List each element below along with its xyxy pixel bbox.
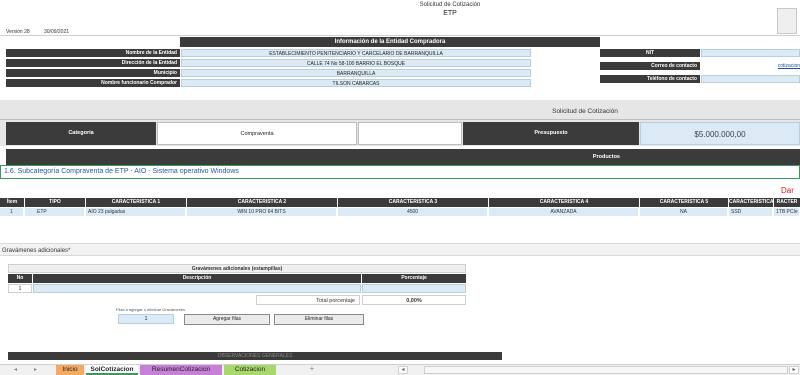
observations-bar: OBSERVACIONES GENERALES <box>8 352 502 360</box>
scroll-left-icon[interactable]: ◂ <box>14 366 17 373</box>
productos-bar: Productos <box>6 149 800 165</box>
logo-placeholder <box>777 8 797 34</box>
add-sheet-icon[interactable]: + <box>306 364 318 374</box>
td-tipo[interactable]: ETP <box>25 208 85 216</box>
presupuesto-field[interactable]: $5.000.000,00 <box>640 122 800 145</box>
entity-municipio-field[interactable]: BARRANQUILLA <box>181 69 531 77</box>
rows-count-input[interactable]: 1 <box>118 314 174 324</box>
solicitud-title: Solicitud de Cotización <box>552 108 618 115</box>
blank-cell <box>358 122 462 145</box>
g-td-porc[interactable] <box>362 284 466 293</box>
entity-address-label: Dirección de la Entidad <box>6 59 180 67</box>
add-rows-button[interactable]: Agregar filas <box>184 314 270 325</box>
red-tag: Dar <box>781 186 794 195</box>
entity-address-field[interactable]: CALLE 74 No 58-100 BARRIO EL BOSQUE <box>181 59 531 67</box>
contact-phone-field[interactable] <box>701 75 800 83</box>
th-car1: CARACTERISTICA 1 <box>86 198 186 207</box>
td-car5[interactable]: NA <box>640 208 728 216</box>
contact-email-label: Correo de contacto <box>600 62 700 70</box>
buyer-name-label: Nombre funcionario Comprador <box>6 79 180 87</box>
td-car1[interactable]: AIO 23 pulgadas <box>86 208 186 216</box>
scroll-right-icon[interactable]: ▸ <box>34 366 37 373</box>
g-td-no: 1 <box>8 284 32 293</box>
contact-email-field[interactable]: cotizacion <box>701 62 800 70</box>
total-label: Total porcentaje <box>256 295 360 305</box>
categoria-label: Categoría <box>6 122 156 145</box>
th-car6: CARACTERISTICA 6 <box>729 198 774 214</box>
entity-municipio-label: Municipio <box>6 69 180 77</box>
td-car4[interactable]: AVANZADA <box>489 208 639 216</box>
entity-name-field[interactable]: ESTABLECIMIENTO PENITENCIARIO Y CARCELAR… <box>181 49 531 57</box>
gravamenes-band <box>0 243 800 256</box>
td-car6[interactable]: SSD <box>729 208 773 216</box>
tab-solcotizacion[interactable]: SolCotizacion <box>86 365 138 375</box>
th-car4: CARACTERISTICA 4 <box>489 198 639 207</box>
th-car3: CARACTERISTICA 3 <box>338 198 488 207</box>
g-th-porc: Porcentaje <box>362 274 466 283</box>
th-car5: CARACTERISTICA 5 <box>640 198 728 207</box>
td-car3[interactable]: 4500 <box>338 208 488 216</box>
nit-label: NIT <box>600 49 700 57</box>
td-item: 1 <box>0 208 24 216</box>
divider <box>0 119 800 120</box>
categoria-select[interactable]: Compraventa <box>157 122 357 145</box>
horizontal-scrollbar[interactable] <box>424 366 788 374</box>
buyer-name-field[interactable]: TILSON CABARCAS <box>181 79 531 87</box>
entity-section-title: Información de la Entidad Compradora <box>334 39 446 45</box>
th-car2: CARACTERISTICA 2 <box>187 198 337 207</box>
rows-hint: Filas a agregar o eliminar Gravámenes <box>116 307 186 312</box>
tab-cotizacion[interactable]: Cotizacion <box>224 365 276 375</box>
tab-resumencotizacion[interactable]: ResumenCotizacion <box>140 365 222 375</box>
entity-name-label: Nombre de la Entidad <box>6 49 180 57</box>
sheet-title: Solicitud de Cotización <box>419 2 481 8</box>
nit-field[interactable] <box>701 49 800 57</box>
total-value: 0,00% <box>362 295 466 305</box>
g-td-desc[interactable] <box>33 284 361 293</box>
th-item: Ítem <box>0 198 24 207</box>
hscroll-right-icon[interactable]: ▸ <box>789 366 799 374</box>
gravamenes-table-title: Gravámenes adicionales (estampillas) <box>8 264 466 273</box>
subcategory-title: 1.6. Subcategoría Compraventa de ETP - A… <box>4 168 239 175</box>
gravamenes-section-title: Gravámenes adicionales* <box>2 248 71 254</box>
th-tipo: TIPO <box>25 198 85 207</box>
sheet-subtitle: ETP <box>443 10 457 17</box>
divider <box>0 35 800 36</box>
tab-inicio[interactable]: Inicio <box>56 365 84 375</box>
td-car2[interactable]: WIN 10 PRO 64 BITS <box>187 208 337 216</box>
presupuesto-label: Presupuesto <box>463 122 639 145</box>
td-car7[interactable]: 1TB PCIe <box>774 208 800 216</box>
th-car7: RACTER <box>774 198 800 207</box>
contact-phone-label: Teléfono de contacto <box>600 75 700 83</box>
remove-rows-button[interactable]: Eliminar filas <box>274 314 364 325</box>
g-th-no: No <box>8 274 32 283</box>
hscroll-left-icon[interactable]: ◂ <box>398 366 408 374</box>
g-th-desc: Descripción <box>33 274 361 283</box>
